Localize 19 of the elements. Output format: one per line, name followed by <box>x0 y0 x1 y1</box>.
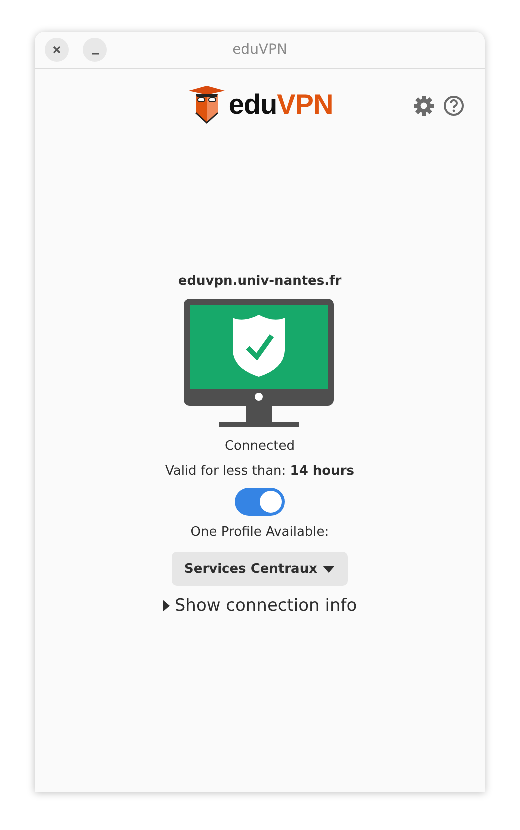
validity-text: Valid for less than: 14 hours <box>165 464 355 479</box>
expander-arrow-icon <box>162 600 170 612</box>
connection-info-expander[interactable]: Show connection info <box>162 596 358 616</box>
connection-switch[interactable] <box>235 488 285 516</box>
profile-dropdown[interactable]: Services Centraux <box>172 552 348 586</box>
close-button[interactable] <box>45 38 69 62</box>
caret-icon <box>323 566 336 572</box>
window-title: eduVPN <box>232 42 288 58</box>
server-name: eduvpn.univ-nantes.fr <box>178 274 342 289</box>
settings-button[interactable] <box>411 93 437 119</box>
help-icon <box>443 95 465 117</box>
settings-icon <box>413 95 435 117</box>
profile-label: One Profile Available: <box>190 525 330 540</box>
minimize-icon <box>92 53 98 55</box>
minimize-button[interactable] <box>83 38 107 62</box>
help-button[interactable] <box>441 93 467 119</box>
app-logo: eduVPN <box>228 89 334 121</box>
close-icon <box>52 45 62 55</box>
connection-status: Connected <box>224 439 295 454</box>
